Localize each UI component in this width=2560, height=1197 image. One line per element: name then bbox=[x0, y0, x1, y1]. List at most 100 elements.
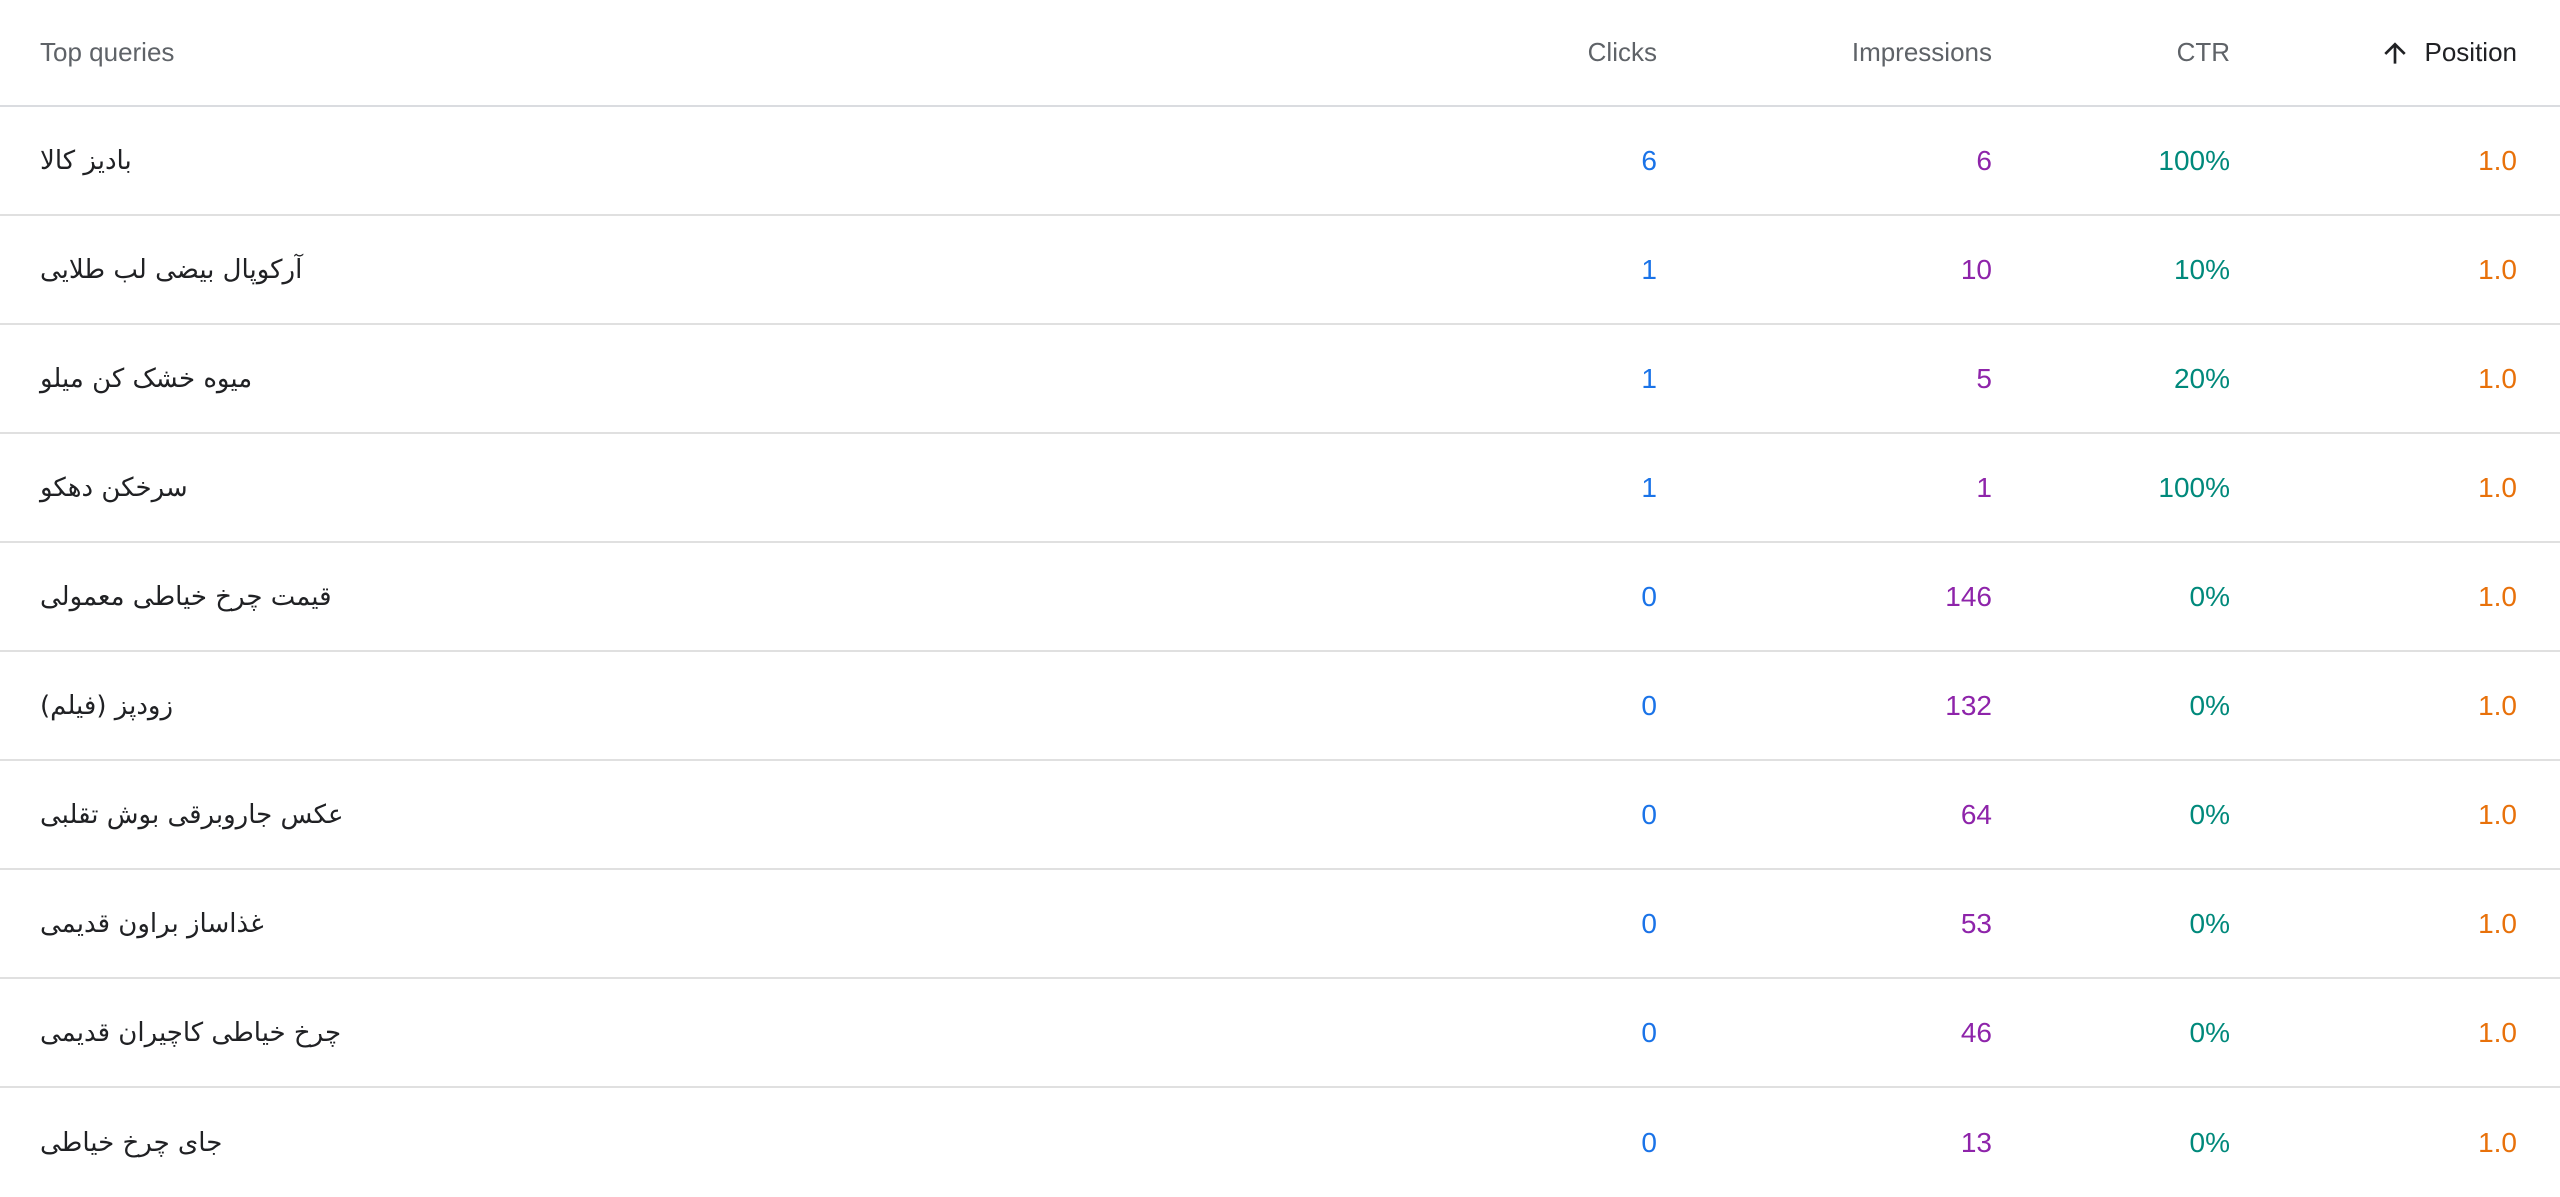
table-row[interactable]: عکس جاروبرقی بوش تقلبی 0 64 0% 1.0 bbox=[0, 761, 2560, 870]
clicks-cell: 6 bbox=[1397, 107, 1657, 214]
query-cell[interactable]: میوه خشک کن میلو bbox=[40, 325, 860, 432]
column-header-top-queries[interactable]: Top queries bbox=[40, 0, 860, 105]
table-row[interactable]: سرخکن دهکو 1 1 100% 1.0 bbox=[0, 434, 2560, 543]
query-text: آرکوپال بیضی لب طلایی bbox=[40, 254, 303, 285]
table-row[interactable]: چرخ خیاطی کاچیران قدیمی 0 46 0% 1.0 bbox=[0, 979, 2560, 1088]
position-cell: 1.0 bbox=[2237, 870, 2517, 977]
column-header-ctr[interactable]: CTR bbox=[2010, 0, 2230, 105]
ctr-value: 0% bbox=[2189, 907, 2230, 939]
impressions-value: 132 bbox=[1945, 689, 1992, 721]
clicks-cell: 1 bbox=[1397, 434, 1657, 541]
impressions-cell: 1 bbox=[1692, 434, 1992, 541]
position-cell: 1.0 bbox=[2237, 652, 2517, 759]
position-cell: 1.0 bbox=[2237, 979, 2517, 1086]
position-value: 1.0 bbox=[2478, 144, 2517, 176]
ctr-cell: 0% bbox=[2010, 543, 2230, 650]
impressions-cell: 53 bbox=[1692, 870, 1992, 977]
ctr-value: 100% bbox=[2158, 144, 2230, 176]
position-cell: 1.0 bbox=[2237, 761, 2517, 868]
position-value: 1.0 bbox=[2478, 1016, 2517, 1048]
clicks-value: 1 bbox=[1641, 362, 1657, 394]
ctr-cell: 0% bbox=[2010, 870, 2230, 977]
ctr-cell: 10% bbox=[2010, 216, 2230, 323]
column-header-label: CTR bbox=[2176, 37, 2230, 67]
impressions-value: 46 bbox=[1960, 1016, 1992, 1048]
ctr-value: 0% bbox=[2189, 689, 2230, 721]
table-header-row: Top queries Clicks Impressions CTR Posit… bbox=[0, 0, 2560, 107]
top-queries-table: Top queries Clicks Impressions CTR Posit… bbox=[0, 0, 2560, 1197]
position-value: 1.0 bbox=[2478, 1126, 2517, 1158]
impressions-cell: 46 bbox=[1692, 979, 1992, 1086]
query-text: سرخکن دهکو bbox=[40, 472, 188, 503]
clicks-value: 1 bbox=[1641, 253, 1657, 285]
impressions-cell: 10 bbox=[1692, 216, 1992, 323]
clicks-value: 1 bbox=[1641, 471, 1657, 503]
clicks-cell: 0 bbox=[1397, 979, 1657, 1086]
ctr-value: 0% bbox=[2189, 1016, 2230, 1048]
query-cell[interactable]: آرکوپال بیضی لب طلایی bbox=[40, 216, 860, 323]
ctr-value: 0% bbox=[2189, 580, 2230, 612]
ctr-cell: 20% bbox=[2010, 325, 2230, 432]
clicks-cell: 1 bbox=[1397, 325, 1657, 432]
position-cell: 1.0 bbox=[2237, 434, 2517, 541]
table-row[interactable]: جای چرخ خیاطی 0 13 0% 1.0 bbox=[0, 1088, 2560, 1197]
query-cell[interactable]: غذاساز براون قدیمی bbox=[40, 870, 860, 977]
query-cell[interactable]: زودپز (فیلم) bbox=[40, 652, 860, 759]
position-value: 1.0 bbox=[2478, 471, 2517, 503]
clicks-cell: 0 bbox=[1397, 761, 1657, 868]
query-cell[interactable]: بادیز کالا bbox=[40, 107, 860, 214]
impressions-value: 64 bbox=[1960, 798, 1992, 830]
query-cell[interactable]: جای چرخ خیاطی bbox=[40, 1088, 860, 1197]
position-value: 1.0 bbox=[2478, 253, 2517, 285]
clicks-value: 6 bbox=[1641, 144, 1657, 176]
impressions-cell: 146 bbox=[1692, 543, 1992, 650]
position-cell: 1.0 bbox=[2237, 216, 2517, 323]
clicks-value: 0 bbox=[1641, 689, 1657, 721]
impressions-value: 10 bbox=[1960, 253, 1992, 285]
query-text: عکس جاروبرقی بوش تقلبی bbox=[40, 799, 344, 830]
table-row[interactable]: آرکوپال بیضی لب طلایی 1 10 10% 1.0 bbox=[0, 216, 2560, 325]
column-header-impressions[interactable]: Impressions bbox=[1692, 0, 1992, 105]
clicks-value: 0 bbox=[1641, 798, 1657, 830]
clicks-cell: 1 bbox=[1397, 216, 1657, 323]
position-value: 1.0 bbox=[2478, 362, 2517, 394]
impressions-cell: 6 bbox=[1692, 107, 1992, 214]
clicks-cell: 0 bbox=[1397, 652, 1657, 759]
ctr-value: 10% bbox=[2173, 253, 2230, 285]
position-cell: 1.0 bbox=[2237, 1088, 2517, 1197]
impressions-cell: 64 bbox=[1692, 761, 1992, 868]
position-cell: 1.0 bbox=[2237, 543, 2517, 650]
query-cell[interactable]: عکس جاروبرقی بوش تقلبی bbox=[40, 761, 860, 868]
table-row[interactable]: بادیز کالا 6 6 100% 1.0 bbox=[0, 107, 2560, 216]
position-value: 1.0 bbox=[2478, 689, 2517, 721]
column-header-clicks[interactable]: Clicks bbox=[1397, 0, 1657, 105]
impressions-value: 5 bbox=[1976, 362, 1992, 394]
query-text: غذاساز براون قدیمی bbox=[40, 908, 264, 939]
table-row[interactable]: میوه خشک کن میلو 1 5 20% 1.0 bbox=[0, 325, 2560, 434]
query-text: میوه خشک کن میلو bbox=[40, 363, 253, 394]
ctr-value: 0% bbox=[2189, 1126, 2230, 1158]
position-cell: 1.0 bbox=[2237, 107, 2517, 214]
query-cell[interactable]: چرخ خیاطی کاچیران قدیمی bbox=[40, 979, 860, 1086]
query-text: قیمت چرخ خیاطی معمولی bbox=[40, 581, 332, 612]
column-header-position[interactable]: Position bbox=[2237, 0, 2517, 105]
query-cell[interactable]: سرخکن دهکو bbox=[40, 434, 860, 541]
ctr-value: 0% bbox=[2189, 798, 2230, 830]
arrow-up-icon[interactable] bbox=[2379, 37, 2411, 69]
clicks-cell: 0 bbox=[1397, 1088, 1657, 1197]
table-row[interactable]: قیمت چرخ خیاطی معمولی 0 146 0% 1.0 bbox=[0, 543, 2560, 652]
impressions-cell: 5 bbox=[1692, 325, 1992, 432]
table-row[interactable]: غذاساز براون قدیمی 0 53 0% 1.0 bbox=[0, 870, 2560, 979]
table-body: بادیز کالا 6 6 100% 1.0 آرکوپال بیضی لب … bbox=[0, 107, 2560, 1197]
impressions-value: 13 bbox=[1960, 1126, 1992, 1158]
impressions-value: 53 bbox=[1960, 907, 1992, 939]
impressions-value: 146 bbox=[1945, 580, 1992, 612]
ctr-cell: 100% bbox=[2010, 107, 2230, 214]
ctr-value: 100% bbox=[2158, 471, 2230, 503]
clicks-value: 0 bbox=[1641, 1016, 1657, 1048]
position-value: 1.0 bbox=[2478, 580, 2517, 612]
table-row[interactable]: زودپز (فیلم) 0 132 0% 1.0 bbox=[0, 652, 2560, 761]
query-text: بادیز کالا bbox=[40, 145, 132, 176]
column-header-label: Position bbox=[2424, 37, 2518, 67]
query-cell[interactable]: قیمت چرخ خیاطی معمولی bbox=[40, 543, 860, 650]
